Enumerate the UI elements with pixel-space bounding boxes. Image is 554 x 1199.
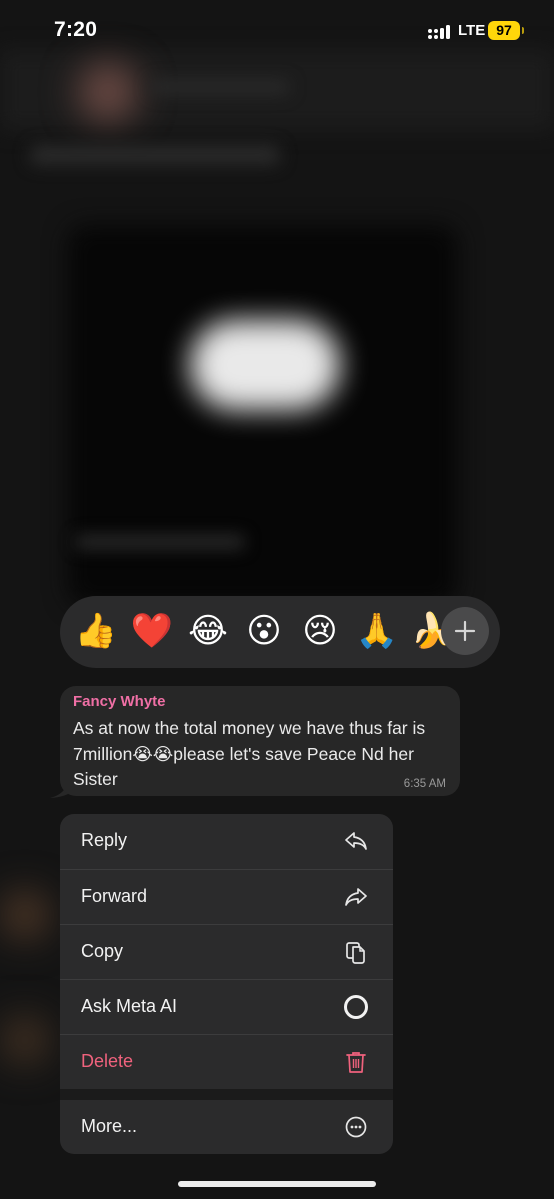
reaction-bar: 👍 ❤️ 😂 😮 😢 🙏 🍌: [60, 596, 500, 668]
message-timestamp: 6:35 AM: [403, 778, 446, 790]
menu-item-label: Reply: [81, 830, 128, 850]
reaction-thumbs-up[interactable]: 👍: [74, 611, 118, 651]
status-time: 7:20: [54, 18, 98, 41]
blurred-text-row: [30, 145, 280, 165]
menu-item-label: Delete: [81, 1051, 134, 1071]
more-icon: [345, 1116, 367, 1138]
signal-icon: [428, 25, 450, 39]
menu-item-reply[interactable]: Reply: [60, 814, 393, 869]
message-context-menu: Reply Forward Copy Ask Meta AI Delete Mo…: [60, 814, 393, 1154]
menu-item-label: Ask Meta AI: [81, 996, 178, 1016]
trash-icon: [346, 1052, 366, 1073]
blurred-title: [150, 80, 290, 94]
menu-item-more[interactable]: More...: [60, 1100, 393, 1154]
more-reactions-button[interactable]: [441, 607, 489, 655]
message-sender: Fancy Whyte: [73, 693, 166, 710]
menu-item-label: More...: [81, 1116, 138, 1136]
blurred-avatar: [0, 1015, 50, 1065]
menu-item-label: Forward: [81, 886, 148, 906]
message-text: As at now the total money we have thus f…: [73, 718, 426, 789]
menu-item-copy[interactable]: Copy: [60, 925, 393, 980]
battery-indicator: 97: [488, 21, 524, 40]
menu-section-separator: [60, 1089, 393, 1100]
reaction-laughing[interactable]: 😂: [186, 611, 230, 651]
network-type: LTE: [458, 22, 486, 39]
plus-icon: [454, 620, 476, 642]
status-bar: 7:20 LTE 97: [0, 0, 554, 60]
blurred-avatar: [78, 62, 138, 122]
home-indicator[interactable]: [178, 1181, 376, 1187]
meta-ai-icon: [344, 995, 368, 1019]
menu-item-forward[interactable]: Forward: [60, 870, 393, 925]
blurred-text-row: [75, 535, 245, 549]
message-bubble[interactable]: Fancy Whyte As at now the total money we…: [60, 686, 460, 796]
blurred-avatar: [0, 890, 50, 940]
copy-icon: [346, 942, 365, 964]
menu-item-label: Copy: [81, 941, 124, 961]
reaction-heart[interactable]: ❤️: [130, 611, 174, 651]
reaction-surprised[interactable]: 😮: [242, 611, 286, 651]
forward-icon: [345, 888, 367, 906]
menu-item-ask-meta-ai[interactable]: Ask Meta AI: [60, 980, 393, 1035]
reaction-praying[interactable]: 🙏: [355, 611, 399, 651]
blurred-media-highlight: [190, 320, 340, 410]
reaction-crying[interactable]: 😢: [298, 611, 342, 651]
menu-item-delete[interactable]: Delete: [60, 1035, 393, 1090]
reply-icon: [345, 832, 367, 850]
